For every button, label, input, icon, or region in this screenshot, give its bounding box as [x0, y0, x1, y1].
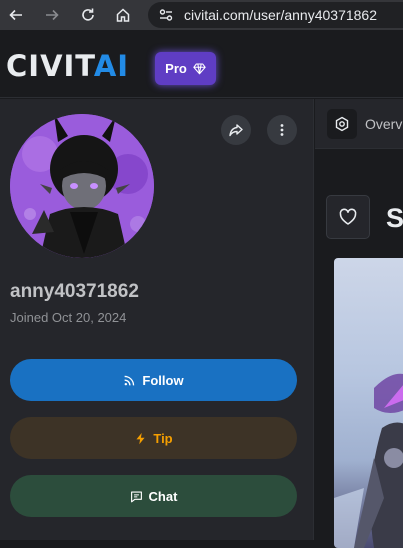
section-title: S	[386, 203, 403, 233]
avatar-image	[10, 114, 154, 258]
tip-button[interactable]: Tip	[10, 417, 297, 459]
hexagon-overview-icon	[335, 116, 349, 132]
chat-button[interactable]: Chat	[10, 475, 297, 517]
logo-text-civit: CIVIT	[6, 49, 94, 83]
more-vertical-icon	[280, 124, 284, 136]
tab-overview[interactable]: Overview	[327, 109, 403, 139]
chat-label: Chat	[148, 488, 178, 504]
profile-sidebar: anny40371862 Joined Oct 20, 2024 Follow …	[0, 99, 314, 540]
logo-text: CIVITAI	[6, 49, 130, 83]
back-arrow-icon	[9, 9, 22, 21]
rss-icon	[124, 375, 135, 385]
joined-date: Joined Oct 20, 2024	[10, 310, 127, 325]
profile-tabs: Overview	[315, 99, 403, 149]
home-icon	[116, 8, 130, 22]
like-button[interactable]	[326, 195, 370, 239]
overview-icon-box	[327, 109, 357, 139]
more-options-button[interactable]	[267, 115, 297, 145]
browser-toolbar: civitai.com/user/anny40371862	[0, 0, 403, 30]
showcase-image-card[interactable]	[334, 258, 403, 548]
showcase-image	[334, 373, 403, 548]
forward-arrow-icon	[46, 9, 59, 21]
avatar	[10, 114, 154, 258]
reload-button[interactable]	[76, 3, 100, 27]
main-content: Overview S	[315, 99, 403, 548]
app-header: CIVITAI Pro	[0, 30, 403, 98]
follow-button[interactable]: Follow	[10, 359, 297, 401]
bolt-icon	[136, 432, 145, 444]
forward-button[interactable]	[40, 3, 64, 27]
follow-label: Follow	[142, 372, 184, 388]
share-arrow-icon	[229, 124, 243, 137]
back-button[interactable]	[4, 3, 28, 27]
heart-icon	[339, 208, 357, 225]
share-button[interactable]	[221, 115, 251, 145]
civitai-logo[interactable]: CIVITAI	[6, 49, 130, 83]
home-button[interactable]	[111, 3, 135, 27]
message-icon	[130, 490, 142, 502]
diamond-icon	[193, 63, 206, 75]
tab-overview-label: Overview	[365, 116, 403, 132]
site-info-icon[interactable]	[158, 7, 174, 23]
reload-icon	[82, 8, 94, 21]
pro-button[interactable]: Pro	[155, 52, 216, 85]
logo-text-ai: AI	[93, 49, 130, 83]
pro-label: Pro	[165, 61, 187, 76]
url-text[interactable]: civitai.com/user/anny40371862	[184, 7, 377, 23]
username: anny40371862	[10, 281, 139, 302]
address-bar[interactable]: civitai.com/user/anny40371862	[148, 2, 403, 28]
tip-label: Tip	[153, 430, 173, 446]
